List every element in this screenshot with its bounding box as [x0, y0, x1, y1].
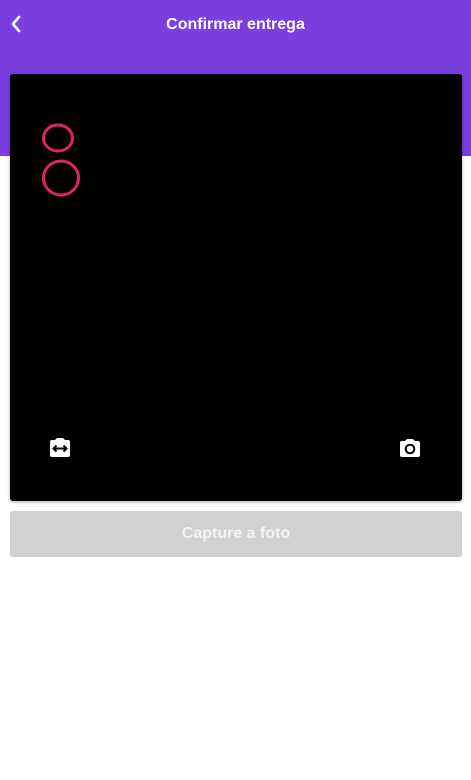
camera-preview[interactable]	[10, 74, 462, 501]
page-title: Confirmar entrega	[166, 16, 305, 33]
capture-photo-button[interactable]: Capture a foto	[10, 511, 462, 557]
switch-camera-button[interactable]	[48, 436, 72, 462]
confirm-delivery-screen: Confirmar entrega Capture a foto	[0, 0, 471, 780]
camera-icon	[400, 439, 420, 457]
camera-shutter-button[interactable]	[398, 436, 424, 462]
switch-camera-icon	[50, 438, 70, 457]
drawn-doodle	[42, 123, 80, 197]
